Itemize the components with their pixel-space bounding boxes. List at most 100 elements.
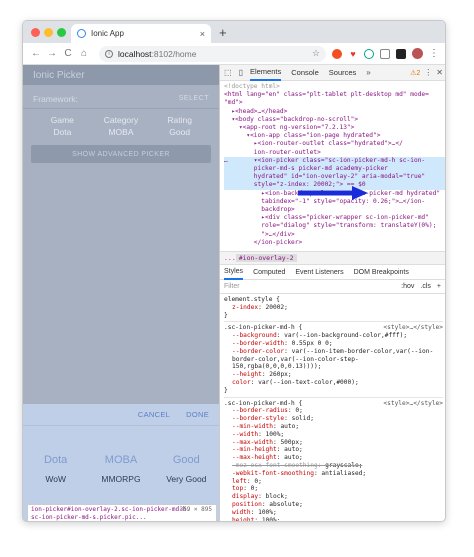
more-tabs-icon[interactable]: » bbox=[366, 68, 370, 77]
picker-selected-category[interactable]: MOBA bbox=[88, 454, 153, 466]
heart-extension-icon[interactable]: ♥ bbox=[348, 49, 358, 59]
style-property[interactable]: top: 0; bbox=[224, 485, 443, 493]
style-property[interactable]: --min-height: auto; bbox=[224, 446, 443, 454]
picker-selected-game[interactable]: Dota bbox=[23, 454, 88, 466]
tab-styles[interactable]: Styles bbox=[224, 265, 244, 280]
back-icon[interactable]: ← bbox=[29, 48, 43, 59]
framework-select-button[interactable]: SELECT bbox=[179, 95, 209, 102]
dom-node-line[interactable]: ">…</div> bbox=[224, 231, 445, 239]
minimize-window-button[interactable] bbox=[44, 28, 53, 37]
tab-computed[interactable]: Computed bbox=[253, 265, 285, 280]
property-value[interactable]: block; bbox=[266, 493, 288, 500]
tab-elements[interactable]: Elements bbox=[249, 65, 282, 81]
property-name[interactable]: --border-width bbox=[232, 340, 284, 347]
new-tab-button[interactable]: + bbox=[219, 25, 227, 40]
dom-node-line[interactable]: "md"> bbox=[224, 99, 445, 107]
style-property[interactable]: --border-style: solid; bbox=[224, 415, 443, 423]
rule-selector[interactable]: element.style { bbox=[224, 296, 443, 304]
property-value[interactable]: var(--ion-text-color,#000); bbox=[258, 379, 359, 386]
property-name[interactable]: --background bbox=[232, 332, 277, 339]
puzzle-extension-icon[interactable] bbox=[396, 48, 406, 59]
property-name[interactable]: --max-height bbox=[232, 454, 277, 461]
property-name[interactable]: --border-style bbox=[232, 415, 284, 422]
rule-source-link[interactable]: <style>…</style> bbox=[383, 324, 443, 332]
style-property[interactable]: --min-width: auto; bbox=[224, 423, 443, 431]
style-property[interactable]: -moz-osx-font-smoothing: grayscale; bbox=[224, 462, 443, 470]
style-rules-pane[interactable]: element.style {z-index: 20002;} .sc-ion-p… bbox=[220, 294, 445, 521]
picker-done-button[interactable]: DONE bbox=[186, 410, 209, 419]
property-value[interactable]: solid; bbox=[292, 415, 314, 422]
close-window-button[interactable] bbox=[31, 28, 40, 37]
zoom-window-button[interactable] bbox=[57, 28, 66, 37]
style-rule[interactable]: .sc-ion-picker-md-h {<style>…</style> --b… bbox=[224, 398, 443, 521]
inspect-element-icon[interactable]: ⬚ bbox=[224, 68, 232, 77]
tab-console[interactable]: Console bbox=[291, 65, 319, 81]
square-extension-icon[interactable] bbox=[380, 48, 390, 59]
dom-node-line[interactable]: picker-md-s picker-md academy-picker bbox=[224, 165, 445, 174]
property-value[interactable]: 500px; bbox=[280, 439, 302, 446]
property-name[interactable]: --max-width bbox=[232, 439, 273, 446]
reload-icon[interactable]: C bbox=[61, 48, 75, 59]
property-value[interactable]: 0; bbox=[254, 478, 261, 485]
picker-option-category[interactable]: MMORPG bbox=[88, 474, 153, 484]
picker-columns[interactable]: Dota MOBA Good WoW MMORPG Very Good bbox=[23, 454, 219, 484]
property-value[interactable]: 0; bbox=[251, 485, 258, 492]
property-name[interactable]: color bbox=[232, 379, 251, 386]
profile-avatar[interactable] bbox=[412, 48, 423, 59]
dom-node-line[interactable]: <html lang="en" class="plt-tablet plt-de… bbox=[224, 91, 445, 99]
property-value[interactable]: auto; bbox=[284, 446, 303, 453]
property-name[interactable]: width bbox=[232, 509, 251, 516]
dom-node-line[interactable]: … ▾<ion-picker class="sc-ion-picker-md-h… bbox=[224, 156, 445, 166]
property-name[interactable]: -moz-osx-font-smoothing bbox=[232, 462, 318, 469]
dom-node-line[interactable]: role="dialog" style="transform: translat… bbox=[224, 222, 445, 230]
class-toggle[interactable]: .cls bbox=[420, 283, 431, 290]
style-property[interactable]: --border-color: var(--ion-item-border-co… bbox=[224, 348, 443, 371]
property-name[interactable]: z-index bbox=[232, 304, 258, 311]
style-rule[interactable]: element.style {z-index: 20002;} bbox=[224, 294, 443, 323]
property-name[interactable]: --border-color bbox=[232, 348, 284, 355]
dom-node-line[interactable]: ▾<app-root ng-version="7.2.13"> bbox=[224, 124, 445, 132]
browser-menu-icon[interactable]: ⋮ bbox=[429, 48, 439, 59]
dom-node-line[interactable]: backdrop> bbox=[224, 206, 445, 214]
style-property[interactable]: left: 0; bbox=[224, 478, 443, 486]
property-value[interactable]: var(--ion-background-color,#fff); bbox=[284, 332, 407, 339]
dom-node-line[interactable]: ▾<body class="backdrop-no-scroll"> bbox=[224, 116, 445, 124]
tab-event-listeners[interactable]: Event Listeners bbox=[295, 265, 343, 280]
picker-cancel-button[interactable]: CANCEL bbox=[138, 410, 170, 419]
devtools-menu-icon[interactable]: ⋮ bbox=[424, 68, 432, 77]
dom-tree[interactable]: <!doctype html> <html lang="en" class="pl… bbox=[220, 81, 445, 251]
dom-node-line[interactable]: ▸<div class="picker-wrapper sc-ion-picke… bbox=[224, 214, 445, 222]
property-name[interactable]: position bbox=[232, 501, 262, 508]
property-name[interactable]: display bbox=[232, 493, 258, 500]
browser-tab[interactable]: Ionic App × bbox=[71, 24, 211, 43]
property-value[interactable]: 260px; bbox=[269, 371, 291, 378]
property-name[interactable]: --border-radius bbox=[232, 407, 288, 414]
property-name[interactable]: top bbox=[232, 485, 243, 492]
bookmark-star-icon[interactable]: ☆ bbox=[312, 48, 320, 59]
breadcrumb-current[interactable]: #ion-overlay-2 bbox=[235, 254, 297, 262]
property-name[interactable]: --min-width bbox=[232, 423, 273, 430]
forward-icon[interactable]: → bbox=[45, 48, 59, 59]
dom-node-line[interactable]: hydrated" id="ion-overlay-2" aria-modal=… bbox=[224, 173, 445, 182]
style-property[interactable]: width: 100%; bbox=[224, 509, 443, 517]
circle-extension-icon[interactable] bbox=[364, 48, 374, 59]
style-property[interactable]: position: absolute; bbox=[224, 501, 443, 509]
breadcrumb-ellipsis[interactable]: ... bbox=[224, 254, 236, 262]
style-property[interactable]: --height: 260px; bbox=[224, 371, 443, 379]
property-value[interactable]: 0; bbox=[295, 407, 302, 414]
property-value[interactable]: 100%; bbox=[266, 431, 285, 438]
property-name[interactable]: --min-height bbox=[232, 446, 277, 453]
tab-close-icon[interactable]: × bbox=[200, 29, 205, 39]
style-property[interactable]: color: var(--ion-text-color,#000); bbox=[224, 379, 443, 387]
picker-selected-rating[interactable]: Good bbox=[154, 454, 219, 466]
new-rule-button[interactable]: + bbox=[437, 283, 441, 290]
property-name[interactable]: --height bbox=[232, 371, 262, 378]
property-value[interactable]: absolute; bbox=[269, 501, 303, 508]
property-value[interactable]: antialiased; bbox=[321, 470, 366, 477]
style-property[interactable]: --background: var(--ion-background-color… bbox=[224, 332, 443, 340]
dom-node-line[interactable]: ion-router-outlet> bbox=[224, 149, 445, 157]
style-rule[interactable]: .sc-ion-picker-md-h {<style>…</style> --b… bbox=[224, 322, 443, 398]
picker-option-game[interactable]: WoW bbox=[23, 474, 88, 484]
home-icon[interactable]: ⌂ bbox=[77, 48, 91, 59]
dom-node-line[interactable]: <!doctype html> bbox=[224, 83, 445, 91]
